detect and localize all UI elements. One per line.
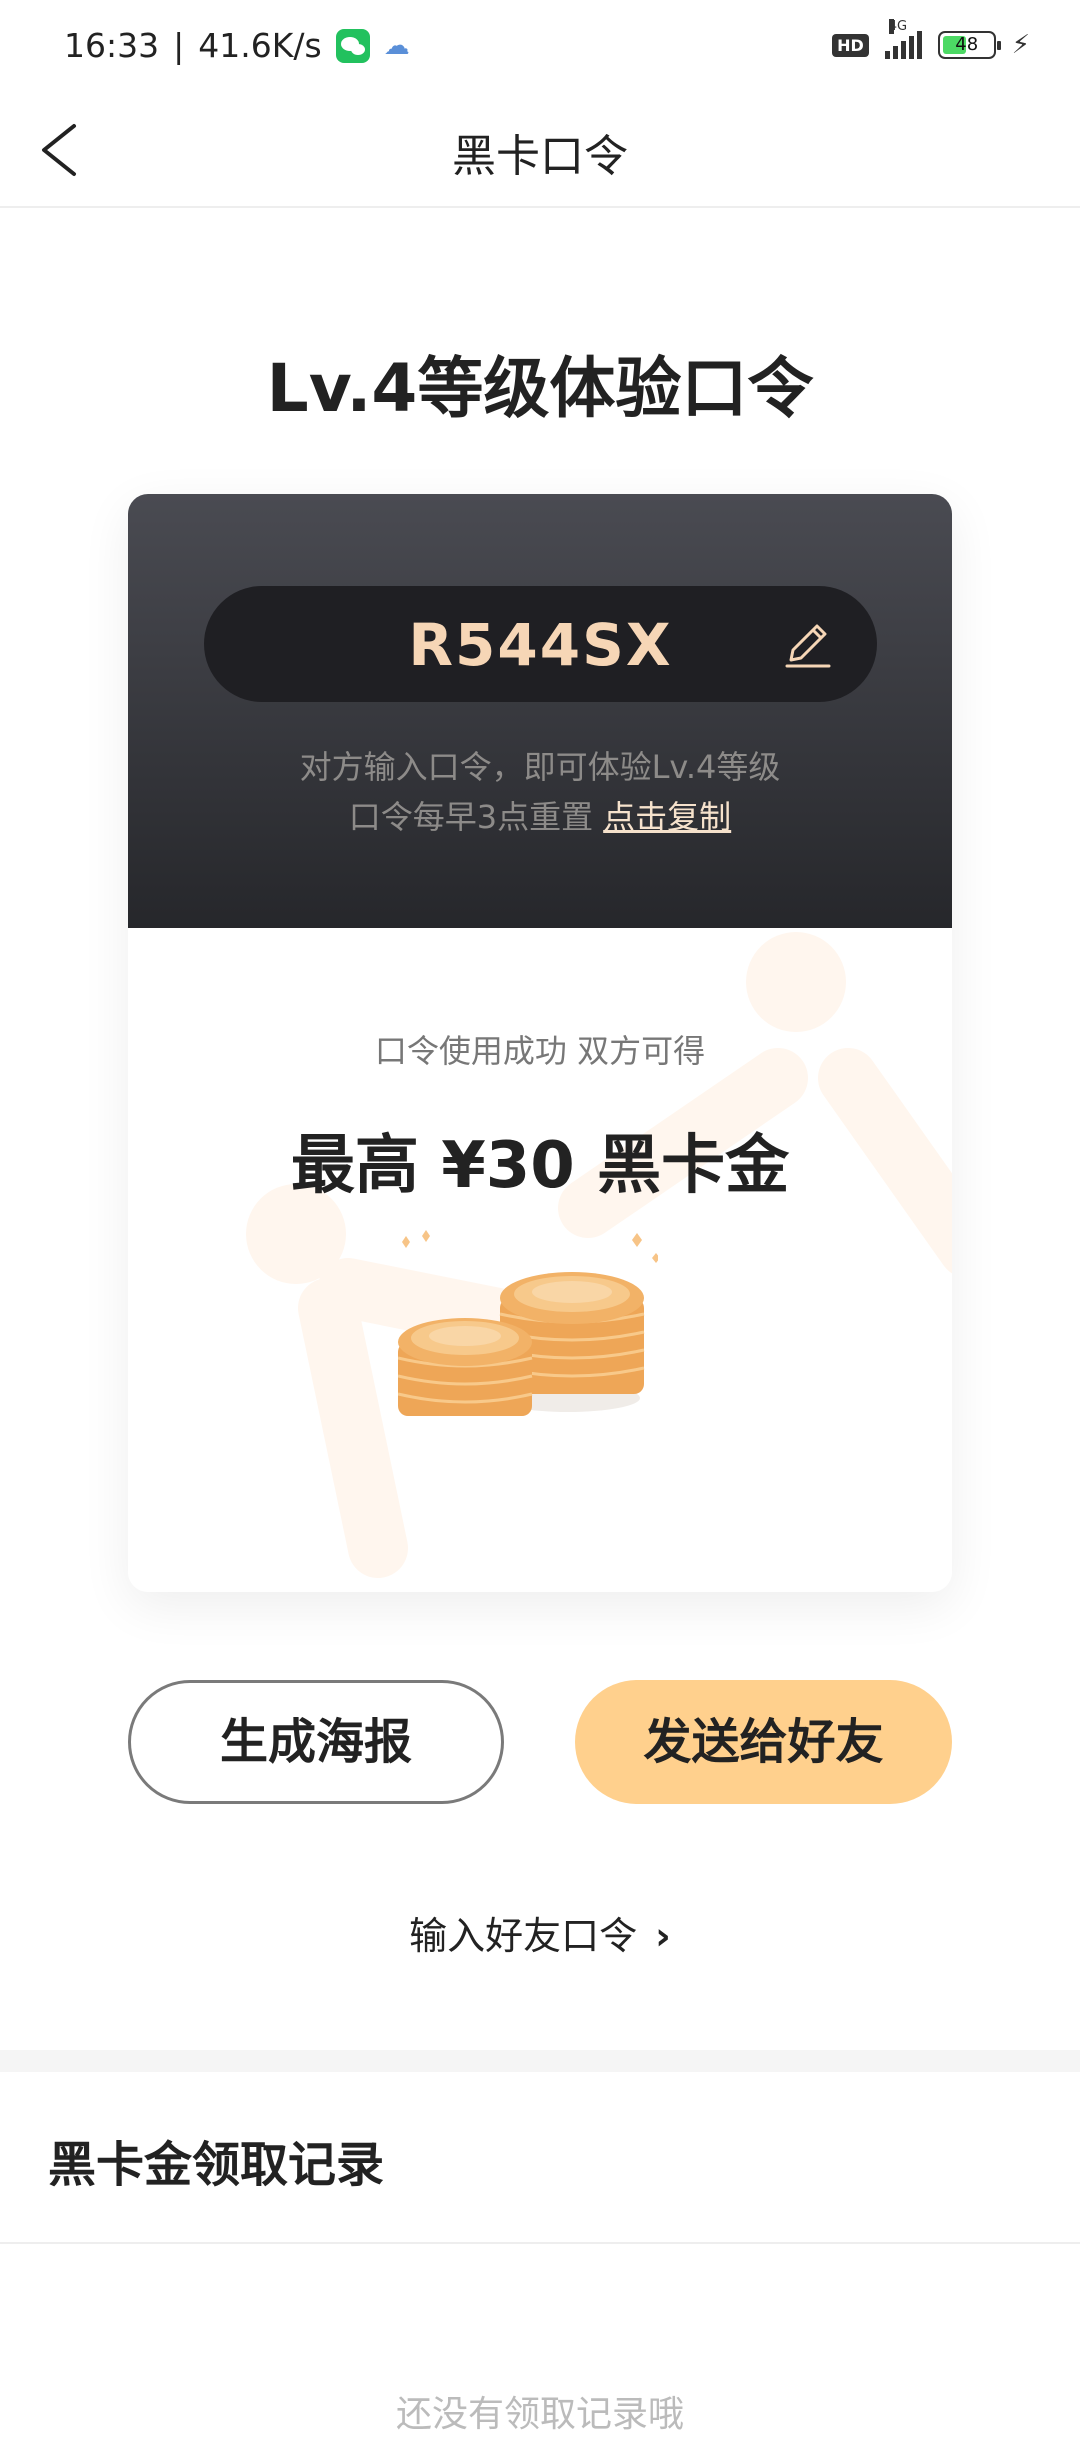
status-left: 16:33 | 41.6K/s ☁: [64, 26, 410, 65]
enter-friend-code-link[interactable]: 输入好友口令 ›: [0, 1905, 1080, 1960]
header: 黑卡口令: [0, 96, 1080, 208]
code-description: 对方输入口令，即可体验Lv.4等级: [299, 748, 781, 786]
reward-section: 口令使用成功 双方可得 最高 ¥30 黑卡金: [128, 928, 952, 1592]
coins-icon: [398, 1230, 658, 1416]
records-divider: [0, 2242, 1080, 2244]
success-text: 口令使用成功 双方可得: [374, 1032, 706, 1070]
hd-icon: HD: [832, 33, 869, 57]
reset-text: 口令每早3点重置: [348, 798, 594, 836]
status-bar: 16:33 | 41.6K/s ☁ HD 4G 48 ⚡: [0, 0, 1080, 96]
code-reset-note: 口令每早3点重置 点击复制: [128, 792, 952, 838]
enter-friend-code-label: 输入好友口令: [409, 1914, 638, 1958]
generate-poster-button[interactable]: 生成海报: [128, 1680, 504, 1804]
empty-records-text: 还没有领取记录哦: [395, 2394, 684, 2435]
network-type: 4G: [888, 19, 908, 34]
send-to-friend-button[interactable]: 发送给好友: [575, 1680, 952, 1804]
status-time: 16:33: [64, 26, 160, 65]
cloud-icon: ☁: [383, 30, 410, 61]
chevron-right-icon: ›: [655, 1914, 671, 1958]
code-card: R544SX 对方输入口令，即可体验Lv.4等级 口令每早3点重置 点击复制 口令…: [128, 494, 952, 1592]
signal-icon: 4G: [884, 19, 922, 59]
charging-icon: ⚡: [1011, 30, 1030, 60]
status-speed: 41.6K/s: [198, 26, 322, 65]
reward-amount: 最高 ¥30 黑卡金: [290, 1129, 790, 1203]
status-right: HD 4G 48 ⚡: [832, 19, 1030, 60]
code-card-top: R544SX 对方输入口令，即可体验Lv.4等级 口令每早3点重置 点击复制: [128, 494, 952, 928]
section-divider: [0, 2050, 1080, 2072]
battery-icon: 48: [937, 31, 1001, 59]
edit-icon[interactable]: [779, 616, 835, 672]
status-separator: |: [173, 26, 185, 65]
page-title: 黑卡口令: [452, 131, 628, 182]
copy-link[interactable]: 点击复制: [603, 798, 731, 836]
code-pill[interactable]: R544SX: [204, 586, 877, 702]
records-title: 黑卡金领取记录: [48, 2137, 385, 2193]
code-value: R544SX: [408, 611, 673, 679]
wechat-icon: [335, 28, 370, 63]
code-heading: Lv.4等级体验口令: [266, 350, 814, 427]
battery-level: 48: [955, 34, 979, 55]
